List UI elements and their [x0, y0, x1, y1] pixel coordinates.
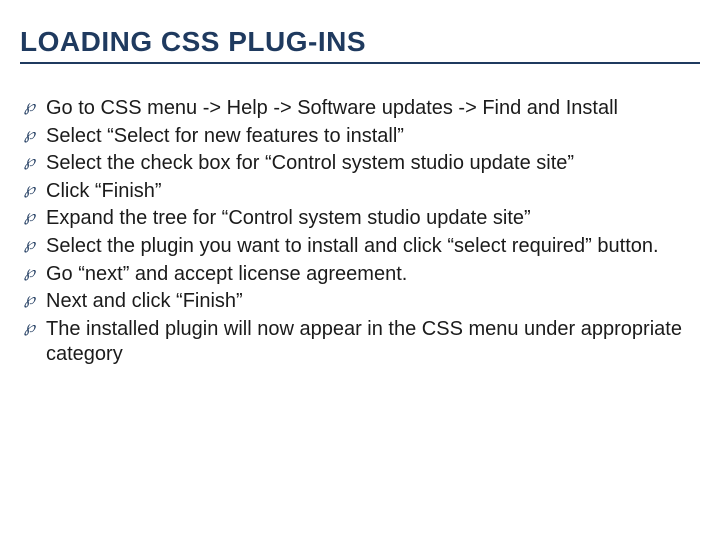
list-item-text: Go to CSS menu -> Help -> Software updat…	[46, 96, 696, 122]
list-item-text: Select the plugin you want to install an…	[46, 234, 696, 260]
bullet-icon: ℘	[24, 125, 46, 145]
bullet-list: ℘ Go to CSS menu -> Help -> Software upd…	[24, 96, 696, 368]
bullet-icon: ℘	[24, 290, 46, 310]
list-item-text: Go “next” and accept license agreement.	[46, 262, 696, 288]
list-item-text: Select the check box for “Control system…	[46, 151, 696, 177]
bullet-icon: ℘	[24, 263, 46, 283]
list-item: ℘ Select the check box for “Control syst…	[24, 151, 696, 177]
list-item: ℘ The installed plugin will now appear i…	[24, 317, 696, 368]
content-area: ℘ Go to CSS menu -> Help -> Software upd…	[0, 72, 720, 368]
page-title: LOADING CSS PLUG-INS	[20, 26, 700, 64]
list-item: ℘ Next and click “Finish”	[24, 289, 696, 315]
list-item-text: Click “Finish”	[46, 179, 696, 205]
list-item-text: The installed plugin will now appear in …	[46, 317, 696, 368]
list-item: ℘ Expand the tree for “Control system st…	[24, 206, 696, 232]
bullet-icon: ℘	[24, 152, 46, 172]
list-item: ℘ Go “next” and accept license agreement…	[24, 262, 696, 288]
bullet-icon: ℘	[24, 207, 46, 227]
list-item: ℘ Select “Select for new features to ins…	[24, 124, 696, 150]
bullet-icon: ℘	[24, 318, 46, 338]
list-item-text: Expand the tree for “Control system stud…	[46, 206, 696, 232]
bullet-icon: ℘	[24, 235, 46, 255]
bullet-icon: ℘	[24, 180, 46, 200]
list-item-text: Select “Select for new features to insta…	[46, 124, 696, 150]
bullet-icon: ℘	[24, 97, 46, 117]
list-item: ℘ Select the plugin you want to install …	[24, 234, 696, 260]
list-item: ℘ Go to CSS menu -> Help -> Software upd…	[24, 96, 696, 122]
list-item: ℘ Click “Finish”	[24, 179, 696, 205]
list-item-text: Next and click “Finish”	[46, 289, 696, 315]
